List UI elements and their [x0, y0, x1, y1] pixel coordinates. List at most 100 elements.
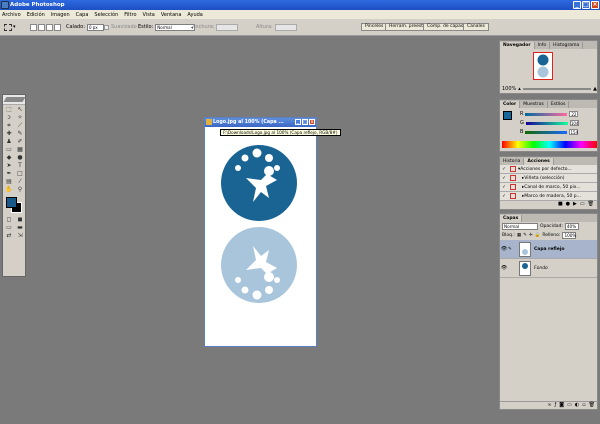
action-item[interactable]: ✓ ▾ Acciones por defecto... [500, 165, 597, 174]
link-icon[interactable]: ∞ [547, 402, 551, 409]
stop-icon[interactable]: ■ [558, 201, 563, 208]
zoom-tool-icon[interactable]: ⚲ [15, 186, 25, 194]
action-item[interactable]: ✓ ▸ Viñeta (selección) [500, 174, 597, 183]
dodge-tool-icon[interactable]: ● [15, 154, 25, 162]
path-select-icon[interactable]: ➤ [4, 162, 14, 170]
marquee-tool-preset[interactable]: ▾ [4, 23, 16, 31]
selection-mode-buttons[interactable] [30, 23, 61, 31]
r-value[interactable]: 22 [569, 111, 579, 117]
well-herram-preest[interactable]: Herram. preest. [385, 23, 429, 31]
eyedropper-icon[interactable]: ⁄ [15, 178, 25, 186]
brush-tool-icon[interactable]: ✎ [15, 130, 25, 138]
zoom-out-icon[interactable]: ▴ [518, 86, 521, 92]
type-tool-icon[interactable]: T [15, 162, 25, 170]
width-input[interactable] [216, 23, 239, 31]
lock-all-icon[interactable]: 🔒 [535, 233, 541, 238]
pen-tool-icon[interactable]: ✒ [4, 170, 14, 178]
menu-seleccion[interactable]: Selección [94, 12, 118, 18]
panel-fg-swatch[interactable] [503, 111, 512, 120]
opacity-input[interactable]: 40% [564, 223, 579, 230]
slice-tool-icon[interactable]: ⟋ [15, 122, 25, 130]
b-slider[interactable] [525, 130, 568, 134]
tab-histograma[interactable]: Histograma [550, 42, 584, 49]
magic-wand-icon[interactable]: ✧ [15, 114, 25, 122]
quickmask-mode-icon[interactable]: ◼ [15, 216, 25, 224]
trash-icon[interactable]: 🗑 [589, 402, 595, 409]
tab-muestras[interactable]: Muestras [520, 101, 548, 108]
crop-tool-icon[interactable]: ⌗ [4, 122, 14, 130]
layer-row[interactable]: 👁 ✎ Capa reflejo [500, 240, 597, 259]
height-input[interactable] [274, 23, 297, 31]
tab-capas[interactable]: Capas [500, 215, 523, 222]
tab-info[interactable]: Info [534, 42, 551, 49]
action-item[interactable]: ✓ ▸ Canal de marco, 50 pix... [500, 183, 597, 192]
g-value[interactable]: 104 [569, 120, 579, 126]
marquee-tool-icon[interactable]: ⬚ [4, 106, 14, 114]
folder-icon[interactable]: ▭ [567, 402, 572, 409]
menu-edicion[interactable]: Edición [27, 12, 45, 18]
menu-ventana[interactable]: Ventana [161, 12, 182, 18]
jump-imageready-icon[interactable]: ⇄ [4, 232, 14, 240]
antialias-checkbox[interactable] [104, 24, 109, 30]
trash-icon[interactable]: 🗑 [588, 201, 594, 208]
new-set-icon[interactable]: ▭ [580, 201, 585, 208]
standard-mode-icon[interactable]: ◻ [4, 216, 14, 224]
fullscreen-mode-icon[interactable]: ▬ [15, 224, 25, 232]
menu-capa[interactable]: Capa [76, 12, 89, 18]
minimize-button[interactable]: _ [573, 1, 581, 9]
tab-estilos[interactable]: Estilos [547, 101, 570, 108]
tab-acciones[interactable]: Acciones [524, 158, 554, 165]
tab-historia[interactable]: Historia [500, 158, 525, 165]
tab-color[interactable]: Color [500, 101, 521, 108]
layer-style-icon[interactable]: ƒ [555, 402, 557, 409]
close-button[interactable]: × [591, 1, 599, 9]
g-slider[interactable] [525, 121, 568, 125]
eye-icon[interactable]: 👁 [500, 265, 508, 271]
action-item[interactable]: ✓ ▸ Marco de madera, 50 p... [500, 192, 597, 201]
lock-transparency-icon[interactable]: ▦ [517, 233, 521, 238]
tab-navegador[interactable]: Navegador [500, 42, 535, 49]
navigator-thumbnail[interactable] [533, 52, 553, 80]
menu-archivo[interactable]: Archivo [2, 12, 21, 18]
well-comp-de-capas[interactable]: Comp. de capas [423, 23, 468, 31]
zoom-slider[interactable] [522, 87, 592, 90]
eye-icon[interactable]: 👁 [500, 246, 508, 252]
color-spectrum[interactable] [502, 141, 597, 148]
history-brush-icon[interactable]: ✐ [15, 138, 25, 146]
lock-brush-icon[interactable]: ✎ [523, 233, 527, 238]
style-select[interactable]: Normal ▾ [155, 23, 196, 31]
foreground-color-swatch[interactable] [6, 197, 17, 208]
menu-imagen[interactable]: Imagen [51, 12, 70, 18]
well-canales[interactable]: Canales [463, 23, 489, 31]
healing-brush-icon[interactable]: ✚ [4, 130, 14, 138]
shape-tool-icon[interactable]: □ [15, 170, 25, 178]
gradient-tool-icon[interactable]: ▦ [15, 146, 25, 154]
notes-tool-icon[interactable]: ▤ [4, 178, 14, 186]
adjustment-icon[interactable]: ◐ [575, 402, 579, 409]
menu-vista[interactable]: Vista [143, 12, 155, 18]
doc-minimize-button[interactable]: _ [295, 119, 301, 125]
r-slider[interactable] [525, 112, 568, 116]
navigator-zoom-value[interactable]: 100% [502, 86, 516, 92]
mask-icon[interactable]: ◙ [559, 402, 564, 409]
zoom-in-icon[interactable]: ▲ [593, 86, 597, 92]
hand-tool-icon[interactable]: ✋ [4, 186, 14, 194]
blend-mode-select[interactable]: Normal [502, 223, 538, 230]
lock-move-icon[interactable]: ✛ [529, 233, 533, 238]
b-value[interactable]: 154 [569, 129, 579, 135]
extra-tool-icon[interactable]: ⇲ [15, 232, 25, 240]
maximize-button[interactable]: □ [582, 1, 590, 9]
play-icon[interactable]: ▶ [573, 201, 577, 208]
move-tool-icon[interactable]: ↖ [15, 106, 25, 114]
menu-ayuda[interactable]: Ayuda [187, 12, 202, 18]
new-layer-icon[interactable]: ▫ [582, 402, 585, 409]
record-icon[interactable]: ● [566, 201, 570, 208]
layer-row[interactable]: 👁 Fondo [500, 259, 597, 278]
feather-input[interactable]: 0 px [86, 23, 104, 31]
document-titlebar[interactable]: Logo.jpg al 100% (Capa ... _ □ × [205, 118, 316, 127]
doc-maximize-button[interactable]: □ [302, 119, 308, 125]
doc-close-button[interactable]: × [309, 119, 315, 125]
eraser-tool-icon[interactable]: ▭ [4, 146, 14, 154]
menu-filtro[interactable]: Filtro [124, 12, 136, 18]
lasso-tool-icon[interactable]: ↄ [4, 114, 14, 122]
